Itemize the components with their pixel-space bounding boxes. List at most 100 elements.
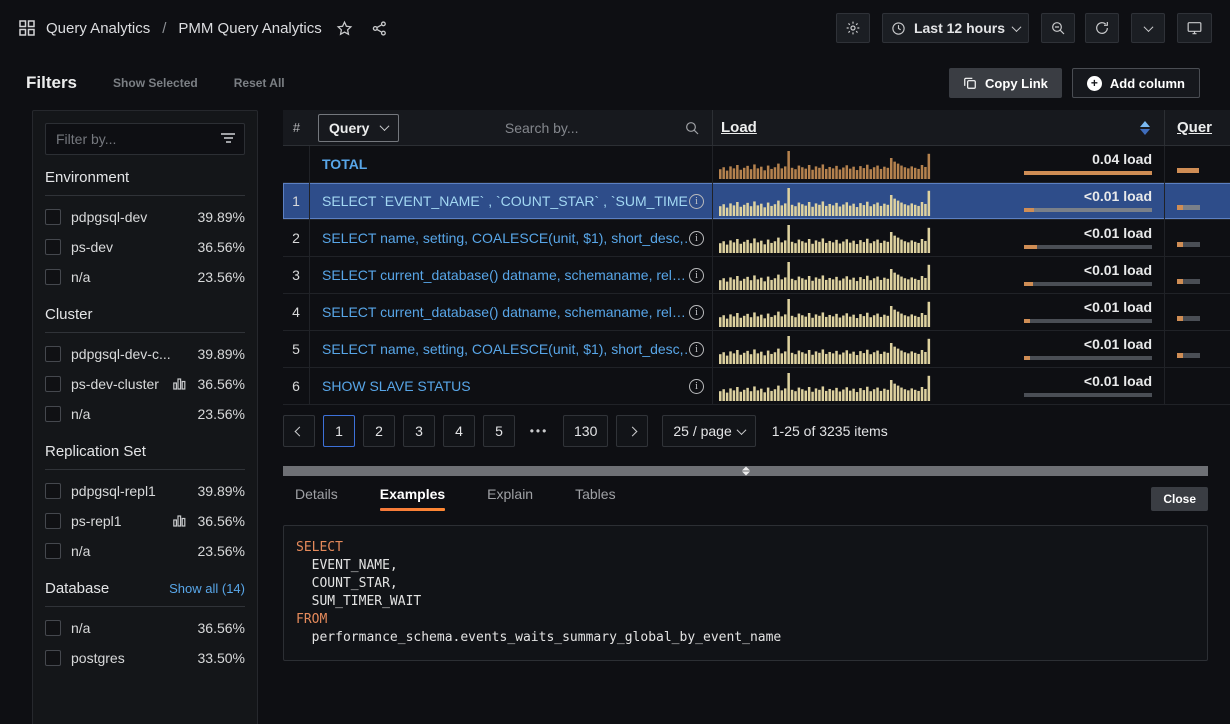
close-details-button[interactable]: Close xyxy=(1151,487,1208,511)
filter-checkbox[interactable] xyxy=(45,376,61,392)
sort-icon[interactable] xyxy=(1140,121,1150,135)
info-icon[interactable]: i xyxy=(689,342,704,357)
show-selected-link[interactable]: Show Selected xyxy=(113,76,198,90)
filter-item[interactable]: n/a23.56% xyxy=(45,399,245,429)
query-row[interactable]: 4SELECT current_database() datname, sche… xyxy=(283,294,1230,331)
filter-checkbox[interactable] xyxy=(45,406,61,422)
refresh-interval-dropdown[interactable] xyxy=(1131,13,1165,43)
query-row[interactable]: TOTAL0.04 load xyxy=(283,146,1230,183)
query-row[interactable]: 3SELECT current_database() datname, sche… xyxy=(283,257,1230,294)
query-row[interactable]: 5SELECT name, setting, COALESCE(unit, $1… xyxy=(283,331,1230,368)
add-column-button[interactable]: + Add column xyxy=(1072,68,1200,98)
load-sparkline xyxy=(719,260,931,290)
filter-item-label: ps-dev xyxy=(71,239,188,255)
filter-checkbox[interactable] xyxy=(45,269,61,285)
filter-item-percentage: 36.56% xyxy=(198,513,245,529)
page-ellipsis[interactable]: ••• xyxy=(523,424,555,438)
share-icon[interactable] xyxy=(371,20,388,37)
info-icon[interactable]: i xyxy=(689,231,704,246)
query-row[interactable]: 2 SELECT name, setting, COALESCE(unit, $1… xyxy=(283,220,1230,257)
load-value: <0.01 load xyxy=(1084,188,1152,204)
query-row[interactable]: 1SELECT `EVENT_NAME` , `COUNT_STAR` , `S… xyxy=(283,183,1230,220)
query-dimension-dropdown[interactable]: Query xyxy=(318,114,399,142)
sql-line: EVENT_NAME, xyxy=(296,557,1195,575)
zoom-out-button[interactable] xyxy=(1041,13,1075,43)
query-link[interactable]: SELECT `EVENT_NAME` , `COUNT_STAR` , `SU… xyxy=(322,193,689,209)
query-row[interactable]: 6SHOW SLAVE STATUSi<0.01 load xyxy=(283,368,1230,405)
filter-checkbox[interactable] xyxy=(45,483,61,499)
search-icon[interactable] xyxy=(684,120,700,136)
load-cell: <0.01 load xyxy=(713,257,1165,293)
filter-item[interactable]: ps-dev36.56% xyxy=(45,232,245,262)
filter-item[interactable]: ps-repl136.56% xyxy=(45,506,245,536)
reset-all-link[interactable]: Reset All xyxy=(234,76,285,90)
filter-checkbox[interactable] xyxy=(45,346,61,362)
query-link[interactable]: SELECT name, setting, COALESCE(unit, $1)… xyxy=(322,230,689,246)
filter-item[interactable]: pdpgsql-dev39.89% xyxy=(45,202,245,232)
sql-example-block: SELECT EVENT_NAME, COUNT_STAR, SUM_TIMER… xyxy=(283,525,1208,661)
show-all-link[interactable]: Show all (14) xyxy=(169,581,245,596)
refresh-button[interactable] xyxy=(1085,13,1119,43)
filter-checkbox[interactable] xyxy=(45,513,61,529)
copy-link-button[interactable]: Copy Link xyxy=(949,68,1062,98)
filters-title: Filters xyxy=(26,73,77,93)
query-link[interactable]: SELECT current_database() datname, schem… xyxy=(322,304,689,320)
column-header-query-count[interactable]: Quer xyxy=(1177,119,1212,136)
star-icon[interactable] xyxy=(336,20,353,37)
info-icon[interactable]: i xyxy=(689,268,704,283)
resize-arrows-icon xyxy=(742,467,750,476)
filter-checkbox[interactable] xyxy=(45,650,61,666)
time-range-picker[interactable]: Last 12 hours xyxy=(882,13,1029,43)
tab-tables[interactable]: Tables xyxy=(575,486,615,511)
chevron-right-icon xyxy=(627,426,637,436)
filter-checkbox[interactable] xyxy=(45,620,61,636)
mini-bar-gray xyxy=(1183,316,1200,321)
filter-item[interactable]: pdpgsql-dev-c...39.89% xyxy=(45,339,245,369)
info-icon[interactable]: i xyxy=(689,194,704,209)
query-link[interactable]: SHOW SLAVE STATUS xyxy=(322,378,689,394)
filter-section: DatabaseShow all (14)n/a36.56%postgres33… xyxy=(45,580,245,673)
bar-chart-icon[interactable] xyxy=(173,378,186,390)
filter-item[interactable]: n/a23.56% xyxy=(45,262,245,292)
info-icon[interactable]: i xyxy=(689,305,704,320)
filter-item-percentage: 23.56% xyxy=(198,406,245,422)
dashboards-grid-icon[interactable] xyxy=(18,19,36,37)
filter-checkbox[interactable] xyxy=(45,209,61,225)
tab-details[interactable]: Details xyxy=(295,486,338,511)
info-icon[interactable]: i xyxy=(689,379,704,394)
filter-search-input[interactable] xyxy=(45,123,245,155)
breadcrumb-section[interactable]: Query Analytics xyxy=(46,20,150,37)
table-header: # Query xyxy=(283,110,1230,146)
bar-chart-icon[interactable] xyxy=(173,515,186,527)
filter-item[interactable]: n/a23.56% xyxy=(45,536,245,566)
page-button[interactable]: 5 xyxy=(483,415,515,447)
tab-explain[interactable]: Explain xyxy=(487,486,533,511)
row-number: 2 xyxy=(283,220,310,256)
page-button[interactable]: 1 xyxy=(323,415,355,447)
column-header-load[interactable]: Load xyxy=(721,119,757,136)
last-page-button[interactable]: 130 xyxy=(563,415,608,447)
filter-item[interactable]: ps-dev-cluster36.56% xyxy=(45,369,245,399)
tab-examples[interactable]: Examples xyxy=(380,486,445,511)
settings-button[interactable] xyxy=(836,13,870,43)
page-button[interactable]: 4 xyxy=(443,415,475,447)
query-link[interactable]: SELECT current_database() datname, schem… xyxy=(322,267,689,283)
load-progress-bar xyxy=(1024,208,1152,212)
panel-resize-splitter[interactable] xyxy=(283,466,1208,476)
breadcrumb-separator: / xyxy=(160,20,168,37)
filter-item[interactable]: pdpgsql-repl139.89% xyxy=(45,476,245,506)
page-size-select[interactable]: 25 / page xyxy=(662,415,755,447)
kiosk-mode-button[interactable] xyxy=(1177,13,1212,43)
next-page-button[interactable] xyxy=(616,415,648,447)
page-button[interactable]: 3 xyxy=(403,415,435,447)
filter-item[interactable]: postgres33.50% xyxy=(45,643,245,673)
filter-item[interactable]: n/a36.56% xyxy=(45,613,245,643)
query-search-input[interactable] xyxy=(399,120,684,136)
page-button[interactable]: 2 xyxy=(363,415,395,447)
filter-checkbox[interactable] xyxy=(45,239,61,255)
breadcrumb-page[interactable]: PMM Query Analytics xyxy=(178,20,321,37)
filter-checkbox[interactable] xyxy=(45,543,61,559)
prev-page-button[interactable] xyxy=(283,415,315,447)
query-link[interactable]: SELECT name, setting, COALESCE(unit, $1)… xyxy=(322,341,689,357)
query-link[interactable]: TOTAL xyxy=(322,156,704,172)
